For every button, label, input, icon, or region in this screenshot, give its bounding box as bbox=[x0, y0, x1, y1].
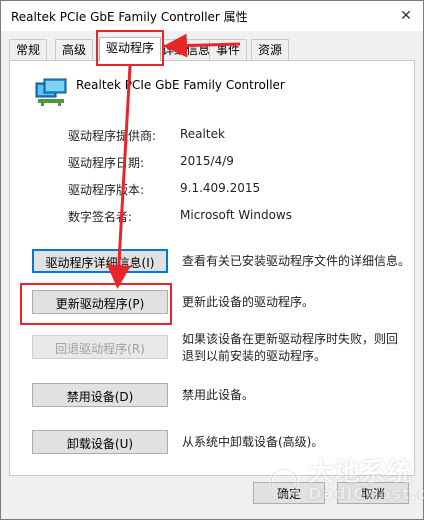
version-label: 驱动程序版本: bbox=[68, 183, 145, 197]
update-driver-button[interactable]: 更新驱动程序(P) bbox=[32, 290, 168, 314]
signer-value: Microsoft Windows bbox=[180, 208, 292, 222]
tab-details[interactable]: 详细信息 bbox=[155, 39, 218, 60]
version-value: 9.1.409.2015 bbox=[180, 181, 261, 195]
driver-details-description: 查看有关已安装驱动程序文件的详细信息。 bbox=[182, 254, 411, 268]
cancel-button[interactable]: 取消 bbox=[337, 482, 409, 504]
close-icon[interactable]: ✕ bbox=[395, 5, 417, 27]
ok-button[interactable]: 确定 bbox=[253, 482, 325, 504]
date-value: 2015/4/9 bbox=[180, 154, 234, 168]
properties-window: Realtek PCIe GbE Family Controller 属性 ✕ … bbox=[0, 0, 424, 520]
device-name: Realtek PCIe GbE Family Controller bbox=[76, 78, 285, 92]
tab-strip: 常规 高级 驱动程序 详细信息 事件 资源 bbox=[9, 37, 415, 61]
title-bar: Realtek PCIe GbE Family Controller 属性 ✕ bbox=[1, 1, 423, 31]
uninstall-device-description: 从系统中卸载设备(高级)。 bbox=[182, 435, 324, 449]
network-adapter-icon bbox=[35, 78, 67, 106]
provider-label: 驱动程序提供商: bbox=[68, 129, 157, 143]
driver-details-button[interactable]: 驱动程序详细信息(I) bbox=[32, 249, 168, 273]
disable-device-button[interactable]: 禁用设备(D) bbox=[32, 383, 168, 407]
disable-device-description: 禁用此设备。 bbox=[182, 388, 255, 402]
update-driver-description: 更新此设备的驱动程序。 bbox=[182, 295, 315, 309]
driver-panel: Realtek PCIe GbE Family Controller 驱动程序提… bbox=[9, 60, 415, 476]
window-title: Realtek PCIe GbE Family Controller 属性 bbox=[11, 10, 248, 24]
tab-advanced[interactable]: 高级 bbox=[55, 39, 94, 60]
tab-events[interactable]: 事件 bbox=[209, 39, 248, 60]
rollback-driver-description: 如果该设备在更新驱动程序时失败，则回退到以前安装的驱动程序。 bbox=[182, 332, 399, 363]
uninstall-device-button[interactable]: 卸载设备(U) bbox=[32, 430, 168, 454]
signer-label: 数字签名者: bbox=[68, 210, 133, 224]
tab-driver[interactable]: 驱动程序 bbox=[99, 37, 162, 61]
tab-general[interactable]: 常规 bbox=[9, 39, 48, 60]
rollback-driver-button[interactable]: 回退驱动程序(R) bbox=[32, 335, 168, 359]
provider-value: Realtek bbox=[180, 127, 225, 141]
tab-resources[interactable]: 资源 bbox=[251, 39, 290, 60]
date-label: 驱动程序日期: bbox=[68, 156, 145, 170]
